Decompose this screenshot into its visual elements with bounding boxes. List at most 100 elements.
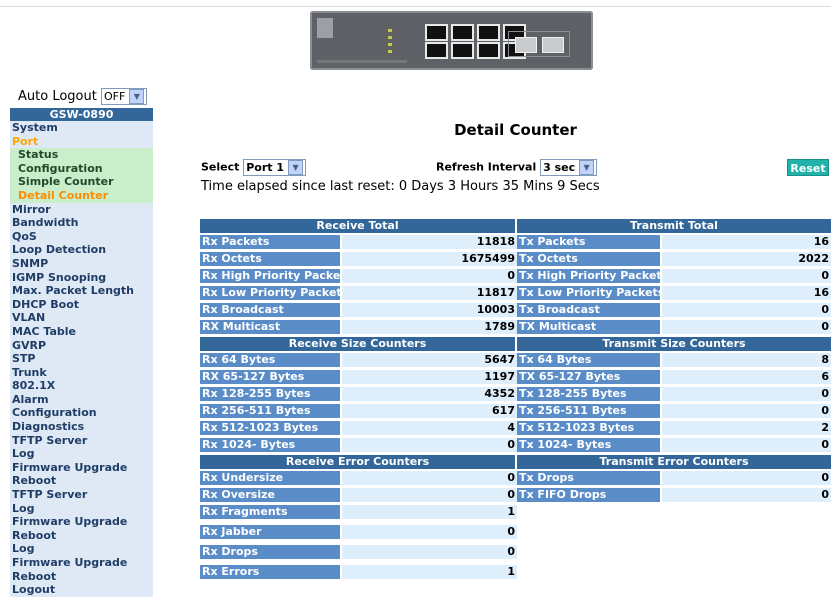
port-icon — [477, 42, 500, 59]
sidebar-subitem-detail-counter[interactable]: Detail Counter — [10, 188, 153, 203]
sidebar-item-loop-detection[interactable]: Loop Detection — [10, 243, 153, 257]
panel-label-strip — [317, 60, 407, 63]
sidebar-subitem-simple-counter[interactable]: Simple Counter — [10, 175, 153, 189]
sidebar-item-dhcp-boot[interactable]: DHCP Boot — [10, 297, 153, 312]
sidebar-item-system[interactable]: System — [10, 121, 153, 135]
sidebar-item-log[interactable]: Log — [10, 447, 153, 461]
sidebar-item-log[interactable]: Log — [10, 501, 153, 516]
tx-counter-value: 16 — [662, 286, 831, 300]
rx-counter-label: Rx High Priority Packets — [200, 269, 342, 283]
port-icon — [425, 24, 448, 41]
chevron-down-icon: ▼ — [288, 160, 304, 175]
port-icon — [451, 24, 474, 41]
rx-counter-label: RX Multicast — [200, 320, 342, 334]
sidebar-item-log[interactable]: Log — [10, 542, 153, 556]
auto-logout-select[interactable]: OFF ▼ — [100, 88, 148, 105]
rx-counter-value: 5647 — [342, 353, 517, 367]
section-header-tx: Transmit Size Counters — [517, 337, 831, 351]
rx-counter-value: 1 — [342, 505, 517, 519]
sidebar-item-reboot[interactable]: Reboot — [10, 569, 153, 584]
rx-counter-value: 0 — [342, 471, 517, 485]
tx-counter-label: Tx 1024- Bytes — [517, 438, 662, 452]
tx-counter-value: 0 — [662, 320, 831, 334]
sidebar-item-firmware-upgrade[interactable]: Firmware Upgrade — [10, 515, 153, 529]
tx-counter-label: Tx 128-255 Bytes — [517, 387, 662, 401]
sidebar-subitem-configuration[interactable]: Configuration — [10, 161, 153, 176]
tx-counter-value: 0 — [662, 471, 831, 485]
tx-counter-label: TX 65-127 Bytes — [517, 370, 662, 384]
elapsed-time: Time elapsed since last reset: 0 Days 3 … — [201, 179, 600, 194]
sidebar-item-tftp-server[interactable]: TFTP Server — [10, 433, 153, 448]
rx-counter-label: Rx 512-1023 Bytes — [200, 421, 342, 435]
sidebar-item-configuration[interactable]: Configuration — [10, 406, 153, 421]
section-header-rx: Receive Size Counters — [200, 337, 515, 351]
rx-counter-value: 4 — [342, 421, 517, 435]
tx-counter-label: Tx 512-1023 Bytes — [517, 421, 662, 435]
sidebar-item-802-1x[interactable]: 802.1X — [10, 379, 153, 393]
sidebar-item-firmware-upgrade[interactable]: Firmware Upgrade — [10, 556, 153, 570]
sidebar-item-bandwidth[interactable]: Bandwidth — [10, 216, 153, 230]
tx-counter-value: 0 — [662, 269, 831, 283]
sidebar-item-snmp[interactable]: SNMP — [10, 256, 153, 271]
sidebar-item-igmp-snooping[interactable]: IGMP Snooping — [10, 270, 153, 285]
rx-counter-label: Rx Undersize — [200, 471, 342, 485]
sidebar-item-trunk[interactable]: Trunk — [10, 365, 153, 380]
sidebar-item-gvrp[interactable]: GVRP — [10, 338, 153, 353]
rx-counter-label: Rx Oversize — [200, 488, 342, 502]
sidebar: GSW-0890 System Port Status Configuration Si… — [10, 108, 153, 597]
tx-counter-label: Tx Packets — [517, 235, 662, 249]
tx-counter-value: 2 — [662, 421, 831, 435]
port-select[interactable]: Port 1 ▼ — [243, 159, 307, 176]
sidebar-item-mac-table[interactable]: MAC Table — [10, 324, 153, 339]
rx-counter-label: Rx Fragments — [200, 505, 342, 519]
auto-logout-value: OFF — [103, 90, 126, 103]
rx-counter-value: 11818 — [342, 235, 517, 249]
reset-button[interactable]: Reset — [787, 159, 829, 176]
port-icon — [477, 24, 500, 41]
rx-counter-value: 0 — [342, 545, 517, 559]
refresh-interval-select[interactable]: 3 sec ▼ — [540, 159, 598, 176]
page-title: Detail Counter — [454, 121, 577, 139]
rx-counter-label: Rx Packets — [200, 235, 342, 249]
tx-counter-value: 0 — [662, 303, 831, 317]
tx-counter-value: 0 — [662, 387, 831, 401]
rx-counter-label: Rx Jabber — [200, 525, 342, 539]
sidebar-item-reboot[interactable]: Reboot — [10, 528, 153, 543]
section-header-tx: Transmit Total — [517, 219, 831, 233]
sidebar-item-vlan[interactable]: VLAN — [10, 311, 153, 325]
sidebar-item-port[interactable]: Port — [10, 134, 153, 149]
rx-counter-value: 0 — [342, 488, 517, 502]
rx-counter-label: RX 65-127 Bytes — [200, 370, 342, 384]
tx-counter-value: 0 — [662, 438, 831, 452]
chevron-down-icon: ▼ — [129, 89, 145, 104]
rx-counter-value: 617 — [342, 404, 517, 418]
tx-counter-value: 2022 — [662, 252, 831, 266]
rx-counter-value: 1197 — [342, 370, 517, 384]
select-label: Select — [201, 160, 240, 174]
port-icon — [425, 42, 448, 59]
section-header-rx: Receive Total — [200, 219, 515, 233]
tx-counter-label: Tx Low Priority Packets — [517, 286, 662, 300]
sidebar-item-stp[interactable]: STP — [10, 352, 153, 366]
sidebar-item-qos[interactable]: QoS — [10, 229, 153, 244]
port-select-group: Select Port 1 ▼ — [201, 159, 307, 176]
section-header-rx: Receive Error Counters — [200, 455, 515, 469]
sidebar-item-reboot[interactable]: Reboot — [10, 474, 153, 489]
port-icon — [451, 42, 474, 59]
sidebar-item-tftp-server[interactable]: TFTP Server — [10, 488, 153, 502]
brand-logo-icon — [317, 18, 333, 38]
tx-counter-value: 0 — [662, 488, 831, 502]
sidebar-item-alarm[interactable]: Alarm — [10, 392, 153, 407]
tx-counter-label: Tx 256-511 Bytes — [517, 404, 662, 418]
sidebar-item-mirror[interactable]: Mirror — [10, 202, 153, 217]
sidebar-item-firmware-upgrade[interactable]: Firmware Upgrade — [10, 460, 153, 475]
sfp-slot-icon — [515, 37, 537, 53]
sidebar-subitem-status[interactable]: Status — [10, 148, 153, 162]
rx-counter-value: 11817 — [342, 286, 517, 300]
rx-counter-value: 0 — [342, 269, 517, 283]
rx-counter-label: Rx Errors — [200, 565, 342, 579]
sidebar-item-max-packet-length[interactable]: Max. Packet Length — [10, 284, 153, 298]
chevron-down-icon: ▼ — [579, 160, 595, 175]
sidebar-item-diagnostics[interactable]: Diagnostics — [10, 420, 153, 434]
rx-counter-value: 1 — [342, 565, 517, 579]
